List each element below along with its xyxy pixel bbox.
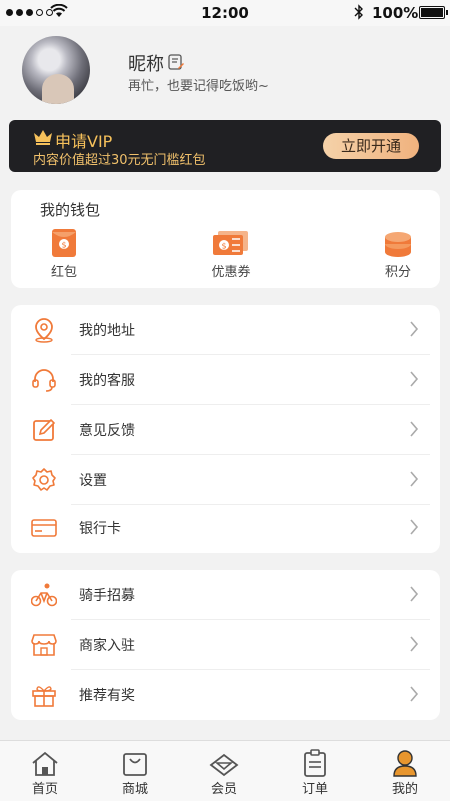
- bluetooth-icon: [354, 4, 363, 20]
- tab-orders[interactable]: 订单: [275, 741, 355, 801]
- coupon-icon: $: [213, 231, 248, 255]
- wallet-title: 我的钱包: [40, 201, 101, 219]
- chevron-right-icon: [410, 421, 419, 437]
- location-icon: [35, 318, 53, 343]
- tab-label: 订单: [301, 782, 328, 797]
- tab-label: 首页: [31, 782, 58, 797]
- menu-item-referral-reward[interactable]: 推荐有奖: [11, 670, 440, 720]
- tab-label: 我的: [391, 782, 418, 797]
- crown-icon: [34, 130, 52, 145]
- menu-item-label: 我的客服: [79, 373, 135, 389]
- tab-label: 商城: [121, 782, 148, 797]
- feedback-edit-icon: [33, 418, 56, 441]
- coins-icon: [385, 232, 411, 257]
- menu-group-account: 我的地址 我的客服 意见反馈 设置 银行卡: [11, 305, 440, 553]
- wallet-item-label: 红包: [50, 265, 77, 280]
- store-icon: [31, 634, 57, 656]
- menu-item-label: 银行卡: [79, 521, 121, 537]
- order-clipboard-icon: [304, 749, 326, 777]
- vip-subtitle: 内容价值超过30元无门槛红包: [33, 153, 206, 168]
- battery-icon: [419, 6, 448, 19]
- chevron-right-icon: [410, 636, 419, 652]
- headset-icon: [32, 369, 56, 392]
- status-bar: 12:00 100%: [0, 0, 450, 26]
- shopping-bag-icon: [123, 753, 147, 776]
- tab-label: 会员: [210, 782, 237, 797]
- menu-group-services: 骑手招募 商家入驻 推荐有奖: [11, 570, 440, 720]
- bottom-tab-bar: 首页 商城 会员 订单 我的: [0, 740, 450, 801]
- menu-item-label: 我的地址: [79, 323, 135, 339]
- tab-home[interactable]: 首页: [5, 741, 85, 801]
- red-packet-icon: $: [52, 229, 76, 257]
- bike-rider-icon: [31, 583, 57, 607]
- menu-item-merchant-join[interactable]: 商家入驻: [11, 620, 440, 670]
- chevron-right-icon: [410, 371, 419, 387]
- menu-item-customer-service[interactable]: 我的客服: [11, 355, 440, 405]
- wallet-item-coupon[interactable]: $ 优惠券: [191, 227, 271, 280]
- wallet-item-red-packet[interactable]: $ 红包: [24, 227, 104, 280]
- menu-item-address[interactable]: 我的地址: [11, 305, 440, 355]
- avatar[interactable]: [22, 36, 90, 104]
- vip-banner[interactable]: 申请VIP 内容价值超过30元无门槛红包 立即开通: [9, 120, 441, 172]
- menu-item-bank-card[interactable]: 银行卡: [11, 503, 440, 553]
- menu-item-settings[interactable]: 设置: [11, 455, 440, 505]
- svg-text:$: $: [221, 242, 226, 251]
- wallet-item-points[interactable]: 积分: [358, 227, 438, 280]
- svg-text:$: $: [61, 241, 66, 250]
- open-vip-button[interactable]: 立即开通: [323, 133, 419, 159]
- tab-mall[interactable]: 商城: [95, 741, 175, 801]
- menu-item-label: 推荐有奖: [79, 688, 135, 704]
- chevron-right-icon: [410, 321, 419, 337]
- chevron-right-icon: [410, 586, 419, 602]
- user-icon: [393, 750, 417, 777]
- chevron-right-icon: [410, 686, 419, 702]
- wallet-item-label: 优惠券: [211, 265, 251, 280]
- home-icon: [32, 751, 58, 776]
- gear-icon: [32, 468, 56, 491]
- profile-header: 昵称 再忙，也要记得吃饭哟~: [0, 26, 450, 120]
- bank-card-icon: [31, 519, 57, 537]
- menu-item-label: 商家入驻: [79, 638, 135, 654]
- diamond-icon: [209, 753, 239, 777]
- chevron-right-icon: [410, 519, 419, 535]
- signature: 再忙，也要记得吃饭哟~: [128, 79, 269, 94]
- edit-icon[interactable]: [168, 54, 184, 70]
- chevron-right-icon: [410, 471, 419, 487]
- wallet-item-label: 积分: [384, 265, 411, 280]
- gift-icon: [32, 686, 56, 707]
- menu-item-label: 骑手招募: [79, 588, 135, 604]
- menu-item-label: 意见反馈: [79, 423, 135, 439]
- wallet-card: 我的钱包 $ 红包 $ 优惠券 积分: [11, 190, 440, 288]
- battery-percent: 100%: [372, 4, 419, 22]
- tab-member[interactable]: 会员: [184, 741, 264, 801]
- nickname: 昵称: [128, 54, 164, 75]
- menu-item-rider-recruit[interactable]: 骑手招募: [11, 570, 440, 620]
- tab-mine[interactable]: 我的: [365, 741, 445, 801]
- menu-item-label: 设置: [79, 473, 107, 489]
- menu-item-feedback[interactable]: 意见反馈: [11, 405, 440, 455]
